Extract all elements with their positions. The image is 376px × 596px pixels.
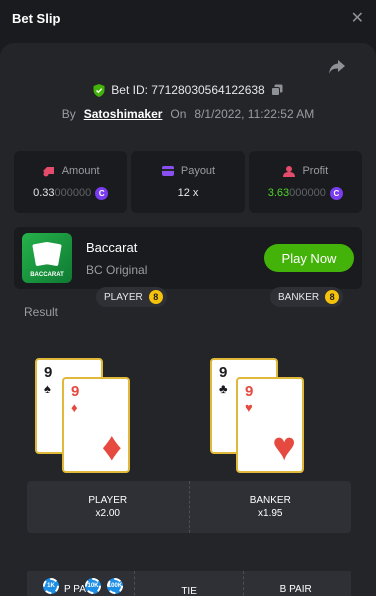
heart-icon: ♥ bbox=[245, 400, 253, 415]
close-icon[interactable]: ✕ bbox=[351, 8, 364, 28]
banker-label: BANKER bbox=[278, 291, 320, 303]
player-bet-odds: x2.00 bbox=[95, 508, 120, 519]
verified-shield-icon bbox=[93, 83, 105, 97]
diamond-icon: ♦ bbox=[101, 425, 122, 469]
payout-stat: Payout 12 x bbox=[131, 151, 245, 213]
club-icon: ♣ bbox=[219, 381, 228, 396]
chip-icon: 10K bbox=[85, 578, 101, 594]
profit-value: 3.63000000 bbox=[267, 187, 326, 199]
amount-value: 0.33000000 bbox=[33, 187, 92, 199]
card-rank: 9 bbox=[219, 364, 228, 381]
user-link[interactable]: Satoshimaker bbox=[84, 107, 163, 121]
bet-id: Bet ID: 77128030564122638 bbox=[111, 83, 265, 97]
page-title: Bet Slip bbox=[12, 10, 61, 26]
player-card-2: 9 ♦ ♦ bbox=[62, 377, 130, 473]
diamond-icon: ♦ bbox=[71, 400, 78, 415]
game-card: BACCARAT Baccarat BC Original Play Now bbox=[14, 227, 362, 289]
player-pair-cell: P PA 1K 10K 100K bbox=[27, 571, 134, 596]
game-name: Baccarat bbox=[86, 239, 138, 255]
card-rank: 9 bbox=[44, 364, 53, 381]
bet-datetime: 8/1/2022, 11:22:52 AM bbox=[194, 107, 315, 121]
game-provider: BC Original bbox=[86, 262, 148, 277]
by-label: By bbox=[61, 107, 76, 121]
result-label: Result bbox=[24, 305, 59, 319]
banker-bet-odds: x1.95 bbox=[258, 508, 283, 519]
payout-value: 12 x bbox=[177, 187, 199, 199]
banker-bet-cell: BANKER x1.95 bbox=[190, 481, 352, 533]
spade-icon: ♠ bbox=[44, 381, 51, 396]
banker-pair-cell: B PAIR bbox=[244, 571, 351, 596]
profit-stat: Profit 3.63000000 C bbox=[248, 151, 362, 213]
header: Bet Slip ✕ bbox=[0, 0, 376, 36]
card-rank: 9 bbox=[245, 383, 254, 400]
play-now-button[interactable]: Play Now bbox=[264, 244, 354, 272]
bet-author-row: By Satoshimaker On 8/1/2022, 11:22:52 AM bbox=[0, 107, 376, 121]
banker-score: 8 bbox=[325, 290, 340, 304]
baccarat-thumbnail[interactable]: BACCARAT bbox=[22, 233, 72, 283]
coin-icon: C bbox=[329, 186, 343, 200]
coin-icon: C bbox=[95, 186, 109, 200]
payout-icon bbox=[161, 166, 174, 176]
heart-icon: ♥ bbox=[272, 425, 296, 469]
player-hand-badge: PLAYER 8 bbox=[96, 287, 167, 307]
amount-stat: Amount 0.33000000 C bbox=[14, 151, 128, 213]
bet-table: PLAYER x2.00 BANKER x1.95 bbox=[27, 481, 351, 533]
chip-icon: 1K bbox=[43, 578, 59, 594]
profit-icon bbox=[283, 165, 296, 177]
amount-label: Amount bbox=[61, 164, 100, 177]
payout-label: Payout bbox=[180, 165, 216, 177]
copy-icon[interactable] bbox=[270, 84, 283, 96]
player-bet-cell: PLAYER x2.00 bbox=[27, 481, 189, 533]
banker-card-2: 9 ♥ ♥ bbox=[236, 377, 304, 473]
bet-slip-window: Bet Slip ✕ Bet ID: 77128030564122638 By … bbox=[0, 0, 376, 596]
player-label: PLAYER bbox=[104, 291, 143, 303]
tie-label: TIE bbox=[181, 586, 197, 596]
player-bet-label: PLAYER bbox=[88, 495, 128, 506]
player-score: 8 bbox=[148, 290, 163, 304]
side-bets-row: P PA 1K 10K 100K TIE B PAIR bbox=[27, 571, 351, 596]
stats-row: Amount 0.33000000 C Payout 12 x Profit 3… bbox=[14, 151, 362, 213]
banker-hand-badge: BANKER 8 bbox=[270, 287, 344, 307]
tie-cell: TIE bbox=[135, 571, 242, 596]
chip-icon: 100K bbox=[107, 578, 123, 594]
banker-pair-label: B PAIR bbox=[279, 584, 312, 595]
bet-id-row: Bet ID: 77128030564122638 bbox=[0, 83, 376, 97]
banker-bet-label: BANKER bbox=[249, 495, 291, 506]
amount-icon bbox=[42, 166, 54, 176]
thumbnail-text: BACCARAT bbox=[30, 272, 64, 278]
on-label: On bbox=[170, 107, 187, 121]
card-rank: 9 bbox=[71, 383, 80, 400]
share-icon[interactable] bbox=[328, 59, 346, 75]
profit-label: Profit bbox=[302, 164, 329, 177]
player-pair-label: P PA bbox=[64, 584, 86, 595]
